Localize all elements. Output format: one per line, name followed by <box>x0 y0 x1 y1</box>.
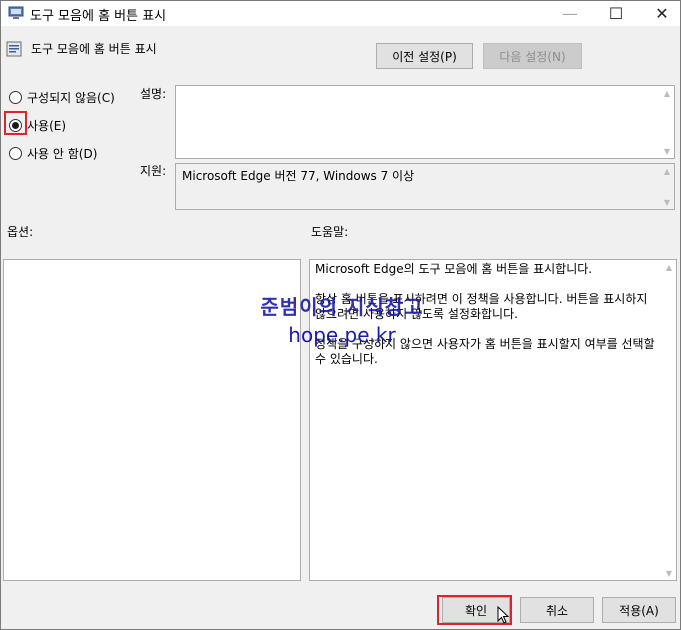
scroll-up-icon[interactable]: ▲ <box>664 262 674 272</box>
description-scrollbar[interactable]: ▲ ▼ <box>662 88 672 156</box>
highlight-box-enabled <box>4 111 27 135</box>
scroll-up-icon[interactable]: ▲ <box>662 166 672 176</box>
radio-label: 사용(E) <box>27 118 67 133</box>
radio-not-configured[interactable]: 구성되지 않음(C) <box>9 89 115 105</box>
policy-title: 도구 모음에 홈 버튼 표시 <box>31 42 157 56</box>
cancel-button[interactable]: 취소 <box>520 597 594 623</box>
help-panel: Microsoft Edge의 도구 모음에 홈 버튼을 표시합니다. 항상 홈… <box>309 259 677 581</box>
next-setting-button[interactable]: 다음 설정(N) <box>483 43 582 69</box>
scroll-down-icon[interactable]: ▼ <box>662 197 672 207</box>
supported-value: Microsoft Edge 버전 77, Windows 7 이상 <box>182 169 415 183</box>
help-scrollbar[interactable]: ▲ ▼ <box>664 262 674 578</box>
scroll-down-icon[interactable]: ▼ <box>664 568 674 578</box>
help-paragraph: 정책을 구성하지 않으면 사용자가 홈 버튼을 표시할지 여부를 선택할 수 있… <box>315 337 655 366</box>
maximize-button[interactable]: ☐ <box>593 1 639 26</box>
radio-circle[interactable] <box>9 146 22 160</box>
minimize-button[interactable]: — <box>547 1 593 26</box>
close-button[interactable]: ✕ <box>639 1 681 26</box>
description-textbox[interactable]: ▲ ▼ <box>175 85 675 159</box>
title-bar: 도구 모음에 홈 버튼 표시 — ☐ ✕ <box>1 1 680 26</box>
options-panel <box>3 259 301 581</box>
help-paragraph: Microsoft Edge의 도구 모음에 홈 버튼을 표시합니다. <box>315 262 593 276</box>
radio-label: 구성되지 않음(C) <box>27 90 115 105</box>
previous-setting-button[interactable]: 이전 설정(P) <box>376 43 473 69</box>
supported-textbox: Microsoft Edge 버전 77, Windows 7 이상 ▲ ▼ <box>175 163 675 210</box>
options-label: 옵션: <box>7 225 34 239</box>
supported-scrollbar[interactable]: ▲ ▼ <box>662 166 672 207</box>
help-paragraph: 항상 홈 버튼을 표시하려면 이 정책을 사용합니다. 버튼을 표시하지 않으려… <box>315 292 648 321</box>
radio-disabled[interactable]: 사용 안 함(D) <box>9 145 97 161</box>
window-title: 도구 모음에 홈 버튼 표시 <box>30 9 167 24</box>
scroll-down-icon[interactable]: ▼ <box>662 146 672 156</box>
radio-label: 사용 안 함(D) <box>27 146 98 161</box>
apply-button[interactable]: 적용(A) <box>602 597 676 623</box>
group-policy-icon <box>8 6 24 19</box>
scroll-up-icon[interactable]: ▲ <box>662 88 672 98</box>
policy-setting-icon <box>6 41 22 57</box>
description-label: 설명: <box>140 87 167 101</box>
radio-circle[interactable] <box>9 90 22 104</box>
policy-dialog: 도구 모음에 홈 버튼 표시 — ☐ ✕ 도구 모음에 홈 버튼 표시 이전 설… <box>0 0 681 630</box>
help-label: 도움말: <box>311 225 349 239</box>
mouse-cursor-icon <box>497 606 510 624</box>
supported-label: 지원: <box>140 164 167 178</box>
